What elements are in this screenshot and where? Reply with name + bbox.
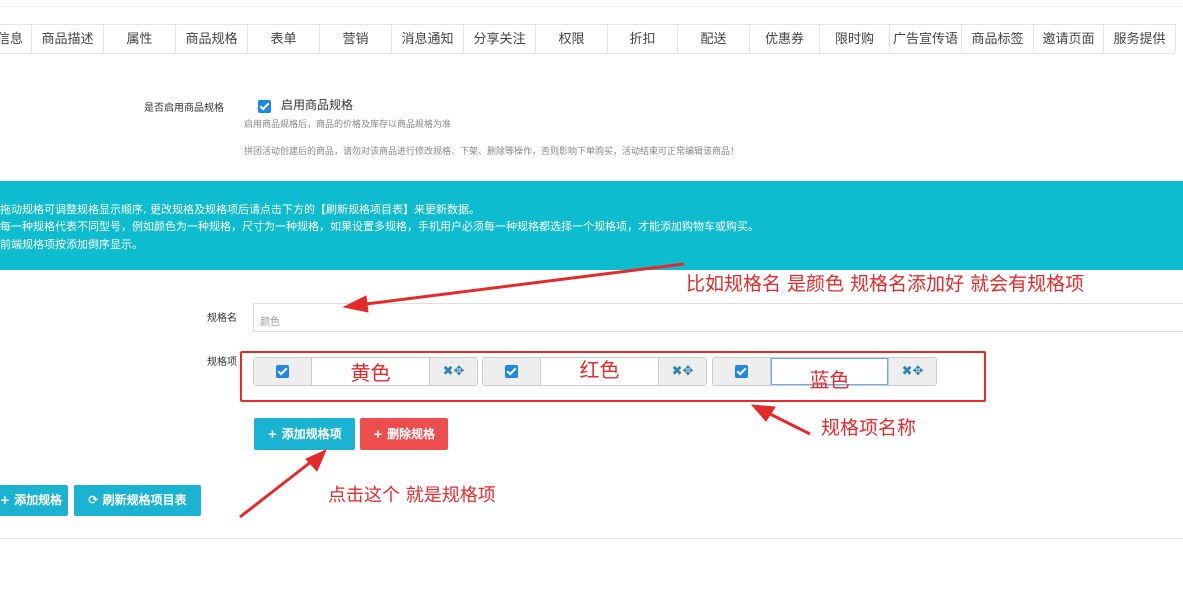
arrow-to-spec-items	[763, 409, 811, 436]
arrow-head	[342, 295, 369, 313]
annotation-arrows	[239, 262, 811, 519]
arrow-head	[305, 449, 327, 472]
arrow-to-spec-name	[357, 262, 685, 307]
arrow-head	[750, 404, 776, 422]
page: 信息商品描述属性商品规格表单营销消息通知分享关注权限折扣配送优惠券限时购广告宣传…	[0, 0, 1183, 602]
arrow-to-add-button	[239, 456, 317, 519]
